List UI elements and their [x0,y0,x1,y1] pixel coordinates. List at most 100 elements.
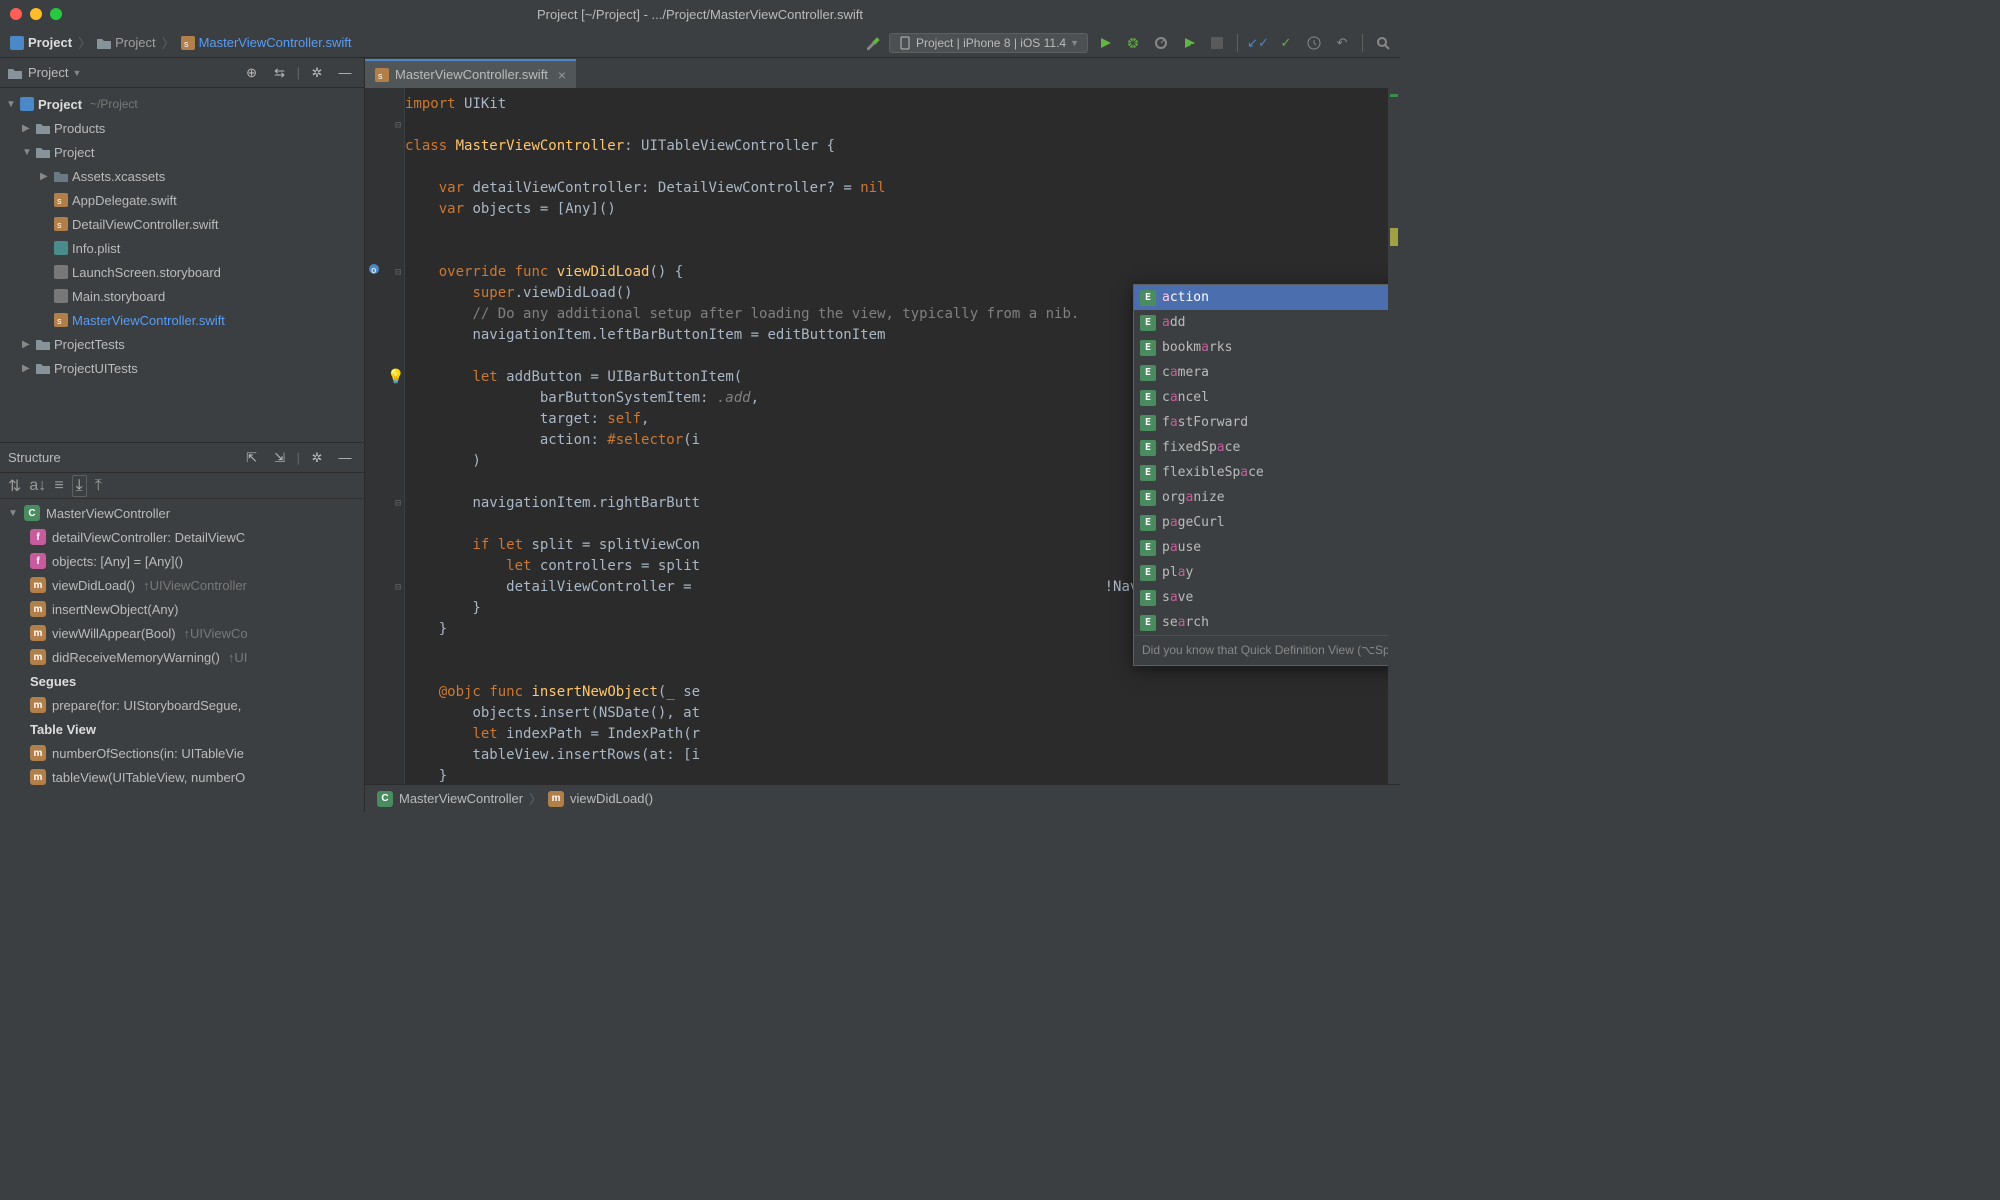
history-icon[interactable] [1303,32,1325,54]
run-configuration[interactable]: Project | iPhone 8 | iOS 11.4 ▼ [889,33,1088,53]
project-tree[interactable]: ▼ Project ~/Project ▶Products▼Project▶As… [0,88,364,442]
structure-item[interactable]: Segues [0,669,364,693]
gear-icon[interactable]: ✲ [306,62,328,84]
chevron-down-icon[interactable]: ▼ [8,508,18,519]
completion-item[interactable]: EpageCurlUIBarButtonSystemItem [1134,510,1400,535]
structure-item[interactable]: fdetailViewController: DetailViewC [0,525,364,549]
chevron-down-icon[interactable]: ▼ [6,99,16,110]
completion-item[interactable]: EorganizeUIBarButtonSystemItem [1134,485,1400,510]
fold-icon[interactable]: ⊟ [395,493,401,514]
tree-item[interactable]: Info.plist [0,236,364,260]
editor-breadcrumb[interactable]: C MasterViewController 〉 m viewDidLoad() [365,784,1400,812]
method-badge-icon: m [30,601,46,617]
autoscroll-icon[interactable]: ⤓ [72,475,87,497]
collapse-icon[interactable]: ⇆ [269,62,291,84]
stop-button[interactable] [1206,32,1228,54]
chevron-down-icon[interactable]: ▼ [22,147,32,158]
chevron-right-icon[interactable]: ▶ [22,363,32,374]
completion-item[interactable]: EactionUIBarButtonSystemItem [1134,285,1400,310]
breadcrumb-file[interactable]: s MasterViewController.swift [177,35,356,50]
breadcrumb-root[interactable]: Project [6,35,76,50]
tree-item[interactable]: ▶Assets.xcassets [0,164,364,188]
scroll-track[interactable] [1388,88,1400,784]
completion-item[interactable]: EsearchUIBarButtonSystemItem [1134,610,1400,635]
completion-item[interactable]: EfixedSpaceUIBarButtonSystemItem [1134,435,1400,460]
structure-item[interactable]: mtableView(UITableView, numberO [0,765,364,789]
gear-icon[interactable]: ✲ [306,447,328,469]
code-editor[interactable]: 💡 o ⊟ ⊟ ⊟ ⊟ import UIKit class MasterVie… [365,88,1400,784]
completion-item[interactable]: EplayUIBarButtonSystemItem [1134,560,1400,585]
run-button[interactable] [1094,32,1116,54]
structure-item[interactable]: mprepare(for: UIStoryboardSegue, [0,693,364,717]
revert-icon[interactable]: ↶ [1331,32,1353,54]
filter-icon[interactable]: ≡ [54,477,63,495]
structure-item[interactable]: fobjects: [Any] = [Any]() [0,549,364,573]
close-icon[interactable] [10,8,22,20]
minimize-icon[interactable] [30,8,42,20]
coverage-icon[interactable] [1150,32,1172,54]
chevron-down-icon[interactable]: ▼ [72,68,81,78]
structure-item[interactable]: Table View [0,717,364,741]
build-icon[interactable] [861,32,883,54]
tree-root[interactable]: ▼ Project ~/Project [0,92,364,116]
completion-item[interactable]: EaddUIBarButtonSystemItem [1134,310,1400,335]
sync-icon[interactable]: ↙✓ [1247,32,1269,54]
completion-item[interactable]: EflexibleSpaceUIBarButtonSystemItem [1134,460,1400,485]
completion-item[interactable]: EsaveUIBarButtonSystemItem [1134,585,1400,610]
sort-icon[interactable]: ⇅ [8,476,21,496]
breadcrumb-folder[interactable]: Project [93,35,159,50]
tree-item[interactable]: Main.storyboard [0,284,364,308]
sort-alpha-icon[interactable]: a↓ [29,477,46,495]
fold-icon[interactable]: ⊟ [395,115,401,136]
structure-class[interactable]: ▼ C MasterViewController [0,501,364,525]
tree-item[interactable]: sMasterViewController.swift [0,308,364,332]
autoscroll-from-icon[interactable]: ⤒ [95,477,102,495]
completion-item[interactable]: EcancelUIBarButtonSystemItem [1134,385,1400,410]
navigation-bar: Project 〉 Project 〉 s MasterViewControll… [0,28,1400,58]
tree-item[interactable]: LaunchScreen.storyboard [0,260,364,284]
svg-text:s: s [378,71,383,81]
completion-item[interactable]: EfastForwardUIBarButtonSystemItem [1134,410,1400,435]
fold-icon[interactable]: ⊟ [395,577,401,598]
enum-badge-icon: E [1140,290,1156,306]
fold-icon[interactable]: ⊟ [395,262,401,283]
editor-tab[interactable]: s MasterViewController.swift × [365,59,576,88]
window-controls [10,8,62,20]
structure-item[interactable]: mnumberOfSections(in: UITableVie [0,741,364,765]
enum-badge-icon: E [1140,540,1156,556]
chevron-right-icon[interactable]: ▶ [40,171,50,182]
close-icon[interactable]: × [558,67,566,83]
structure-item[interactable]: mdidReceiveMemoryWarning() ↑UI [0,645,364,669]
tree-item[interactable]: ▶ProjectUITests [0,356,364,380]
override-marker-icon[interactable]: o [367,262,381,283]
tree-item[interactable]: ▶ProjectTests [0,332,364,356]
tree-item[interactable]: ▶Products [0,116,364,140]
chevron-right-icon[interactable]: ▶ [22,339,32,350]
structure-item[interactable]: mviewWillAppear(Bool) ↑UIViewCo [0,621,364,645]
field-badge-icon: f [30,529,46,545]
structure-item[interactable]: mviewDidLoad() ↑UIViewController [0,573,364,597]
tree-item[interactable]: sDetailViewController.swift [0,212,364,236]
device-icon [898,36,912,50]
structure-item[interactable]: minsertNewObject(Any) [0,597,364,621]
intention-bulb-icon[interactable]: 💡 [387,367,404,388]
collapse-icon[interactable]: ⇲ [269,447,291,469]
tree-item[interactable]: sAppDelegate.swift [0,188,364,212]
debug-button[interactable] [1122,32,1144,54]
completion-popup[interactable]: EactionUIBarButtonSystemItemEaddUIBarBut… [1133,284,1400,666]
folder-icon [97,37,111,49]
commit-icon[interactable]: ✓ [1275,32,1297,54]
maximize-icon[interactable] [50,8,62,20]
hide-icon[interactable]: — [334,62,356,84]
search-icon[interactable] [1372,32,1394,54]
completion-item[interactable]: EbookmarksUIBarButtonSystemItem [1134,335,1400,360]
attach-icon[interactable] [1178,32,1200,54]
completion-item[interactable]: EcameraUIBarButtonSystemItem [1134,360,1400,385]
chevron-right-icon[interactable]: ▶ [22,123,32,134]
completion-item[interactable]: EpauseUIBarButtonSystemItem [1134,535,1400,560]
expand-icon[interactable]: ⇱ [241,447,263,469]
method-badge-icon: m [30,649,46,665]
locate-icon[interactable]: ⊕ [241,62,263,84]
hide-icon[interactable]: — [334,447,356,469]
tree-item[interactable]: ▼Project [0,140,364,164]
